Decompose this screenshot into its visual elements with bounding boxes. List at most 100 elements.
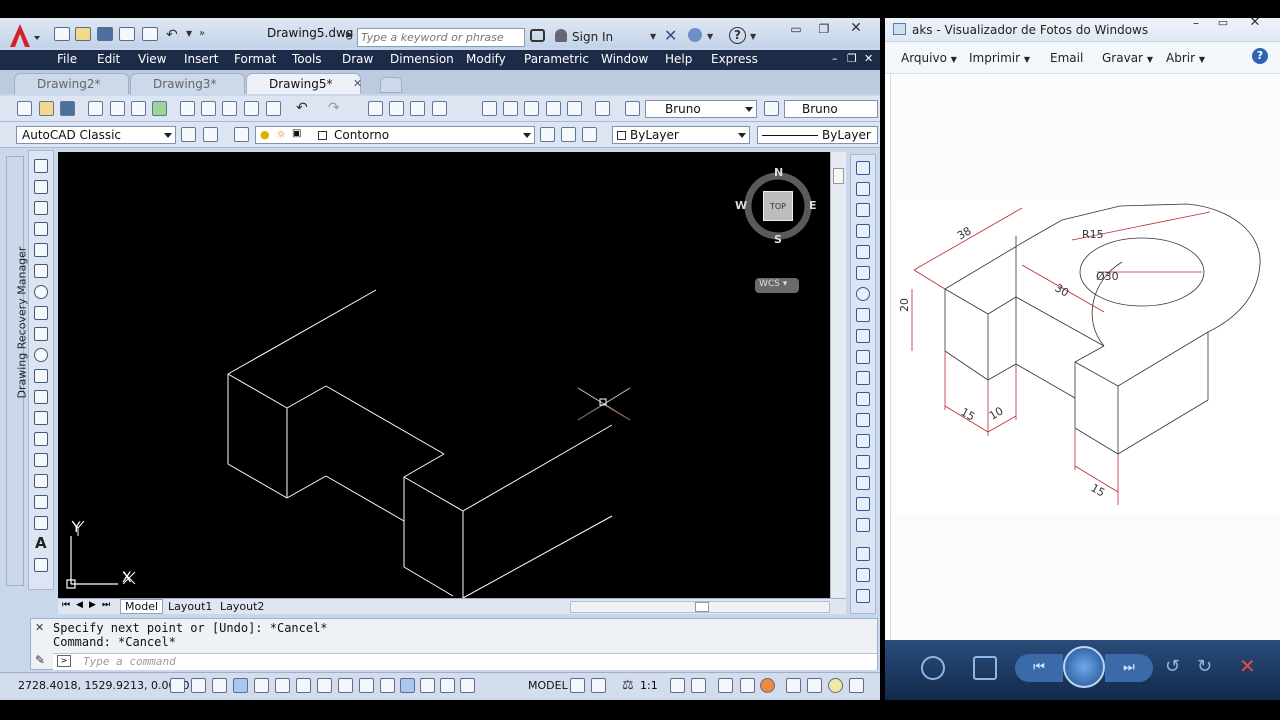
menu-email[interactable]: Email — [1050, 51, 1083, 65]
rotate-icon[interactable] — [856, 287, 870, 301]
blend-curves-icon[interactable] — [856, 497, 870, 511]
stretch-icon[interactable] — [856, 329, 870, 343]
scroll-thumb[interactable] — [833, 168, 844, 184]
menu-insert[interactable]: Insert — [184, 52, 218, 66]
selection-cycling-icon[interactable] — [440, 678, 455, 693]
point-icon[interactable] — [34, 432, 48, 446]
erase-icon[interactable] — [856, 161, 870, 175]
menu-parametric[interactable]: Parametric — [524, 52, 589, 66]
tab-layout1[interactable]: Layout1 — [164, 600, 216, 613]
clean-screen-icon[interactable] — [807, 678, 822, 693]
first-tab-button[interactable]: ⏮ — [62, 600, 70, 610]
new-tab-button[interactable] — [380, 77, 402, 93]
properties-icon[interactable] — [482, 101, 497, 116]
trim-icon[interactable] — [856, 350, 870, 364]
osnap-icon[interactable] — [275, 678, 290, 693]
workspace-select[interactable]: AutoCAD Classic — [16, 126, 176, 144]
menu-draw[interactable]: Draw — [342, 52, 373, 66]
vertical-scrollbar[interactable] — [830, 152, 846, 598]
revision-cloud-icon[interactable] — [34, 306, 48, 320]
doc-minimize-button[interactable]: – — [832, 52, 838, 65]
match-properties-icon[interactable] — [244, 101, 259, 116]
open-folder-icon[interactable] — [75, 27, 91, 41]
move-icon[interactable] — [856, 266, 870, 280]
transparency-icon[interactable] — [400, 678, 415, 693]
autocad-logo-icon[interactable] — [6, 22, 42, 48]
scale-icon[interactable] — [856, 308, 870, 322]
lock-ui-icon[interactable] — [740, 678, 755, 693]
binoculars-icon[interactable] — [530, 29, 545, 42]
zoom-previous-icon[interactable] — [432, 101, 447, 116]
search-input[interactable]: Type a keyword or phrase — [357, 28, 525, 47]
compass-north[interactable]: N — [774, 166, 783, 179]
open-icon[interactable] — [39, 101, 54, 116]
chevron-down-icon[interactable]: ▼ — [750, 32, 756, 41]
minimize-button[interactable]: – — [1183, 18, 1209, 30]
menu-dimension[interactable]: Dimension — [390, 52, 454, 66]
menu-express[interactable]: Express — [711, 52, 758, 66]
annotation-visibility-icon[interactable] — [670, 678, 685, 693]
save-as-icon[interactable] — [119, 27, 135, 41]
layer-states-icon[interactable] — [582, 127, 597, 142]
tab-drawing3[interactable]: Drawing3* — [130, 73, 245, 94]
annotation-monitor-icon[interactable] — [460, 678, 475, 693]
menu-arquivo[interactable]: Arquivo ▼ — [901, 51, 957, 65]
last-tab-button[interactable]: ⏭ — [102, 600, 110, 610]
quick-view-drawings-icon[interactable] — [591, 678, 606, 693]
rectangle-icon[interactable] — [34, 243, 48, 257]
workspace-switching-icon[interactable] — [718, 678, 733, 693]
wcs-menu[interactable]: WCS ▾ — [755, 278, 799, 293]
cut-icon[interactable] — [180, 101, 195, 116]
close-icon[interactable]: ✕ — [353, 77, 362, 90]
drawing-canvas[interactable]: Y X TOP N S E W WCS ▾ Y X — [58, 152, 830, 598]
break-icon[interactable] — [856, 413, 870, 427]
next-tab-button[interactable]: ▶ — [89, 600, 96, 610]
dim-style-icon[interactable] — [764, 101, 779, 116]
help-icon[interactable]: ? — [729, 27, 746, 44]
auto-scale-icon[interactable] — [691, 678, 706, 693]
cursor-coordinates[interactable]: 2728.4018, 1529.9213, 0.0000 — [18, 679, 189, 692]
ortho-icon[interactable] — [233, 678, 248, 693]
undo-icon[interactable]: ↶ — [296, 100, 308, 116]
new-icon[interactable] — [17, 101, 32, 116]
drawing-recovery-manager-panel[interactable]: Drawing Recovery Manager — [6, 156, 29, 586]
paste-icon[interactable] — [222, 101, 237, 116]
3d-osnap-icon[interactable] — [296, 678, 311, 693]
save-icon[interactable] — [60, 101, 75, 116]
previous-button[interactable]: ⏮ — [1015, 654, 1063, 682]
make-current-icon[interactable] — [540, 127, 555, 142]
infer-constraints-icon[interactable] — [170, 678, 185, 693]
prev-tab-button[interactable]: ◀ — [76, 600, 83, 610]
hatch-icon[interactable] — [34, 453, 48, 467]
viewcube[interactable]: TOP N S E W — [735, 166, 818, 246]
menu-view[interactable]: View — [138, 52, 166, 66]
chevron-down-icon[interactable]: ▼ — [650, 32, 656, 41]
more-tools-icon[interactable]: » — [199, 28, 205, 39]
markup-icon[interactable] — [567, 101, 582, 116]
quick-properties-icon[interactable] — [420, 678, 435, 693]
plot-icon[interactable] — [88, 101, 103, 116]
sign-in-button[interactable]: Sign In — [572, 30, 613, 44]
maximize-button[interactable]: ▭ — [1210, 18, 1236, 30]
bring-above-icon[interactable] — [856, 589, 870, 603]
menu-edit[interactable]: Edit — [97, 52, 120, 66]
delete-icon[interactable]: ✕ — [1239, 654, 1256, 678]
polar-icon[interactable] — [254, 678, 269, 693]
polyline-icon[interactable] — [34, 201, 48, 215]
menu-gravar[interactable]: Gravar ▼ — [1102, 51, 1153, 65]
wrench-icon[interactable]: ✎ — [35, 653, 45, 667]
zoom-window-icon[interactable] — [410, 101, 425, 116]
compass-west[interactable]: W — [735, 199, 747, 212]
plot-preview-icon[interactable] — [110, 101, 125, 116]
workspace-settings-icon[interactable] — [181, 127, 196, 142]
doc-close-button[interactable]: ✕ — [864, 52, 873, 65]
menu-abrir[interactable]: Abrir ▼ — [1166, 51, 1205, 65]
array-icon[interactable] — [856, 245, 870, 259]
layer-manager-icon[interactable] — [234, 127, 249, 142]
next-button[interactable]: ⏭ — [1105, 654, 1153, 682]
rotate-right-icon[interactable]: ↻ — [1197, 656, 1212, 677]
block-editor-icon[interactable] — [266, 101, 281, 116]
menu-imprimir[interactable]: Imprimir ▼ — [969, 51, 1030, 65]
save-icon[interactable] — [97, 27, 113, 41]
rotate-left-icon[interactable]: ↺ — [1165, 656, 1180, 677]
